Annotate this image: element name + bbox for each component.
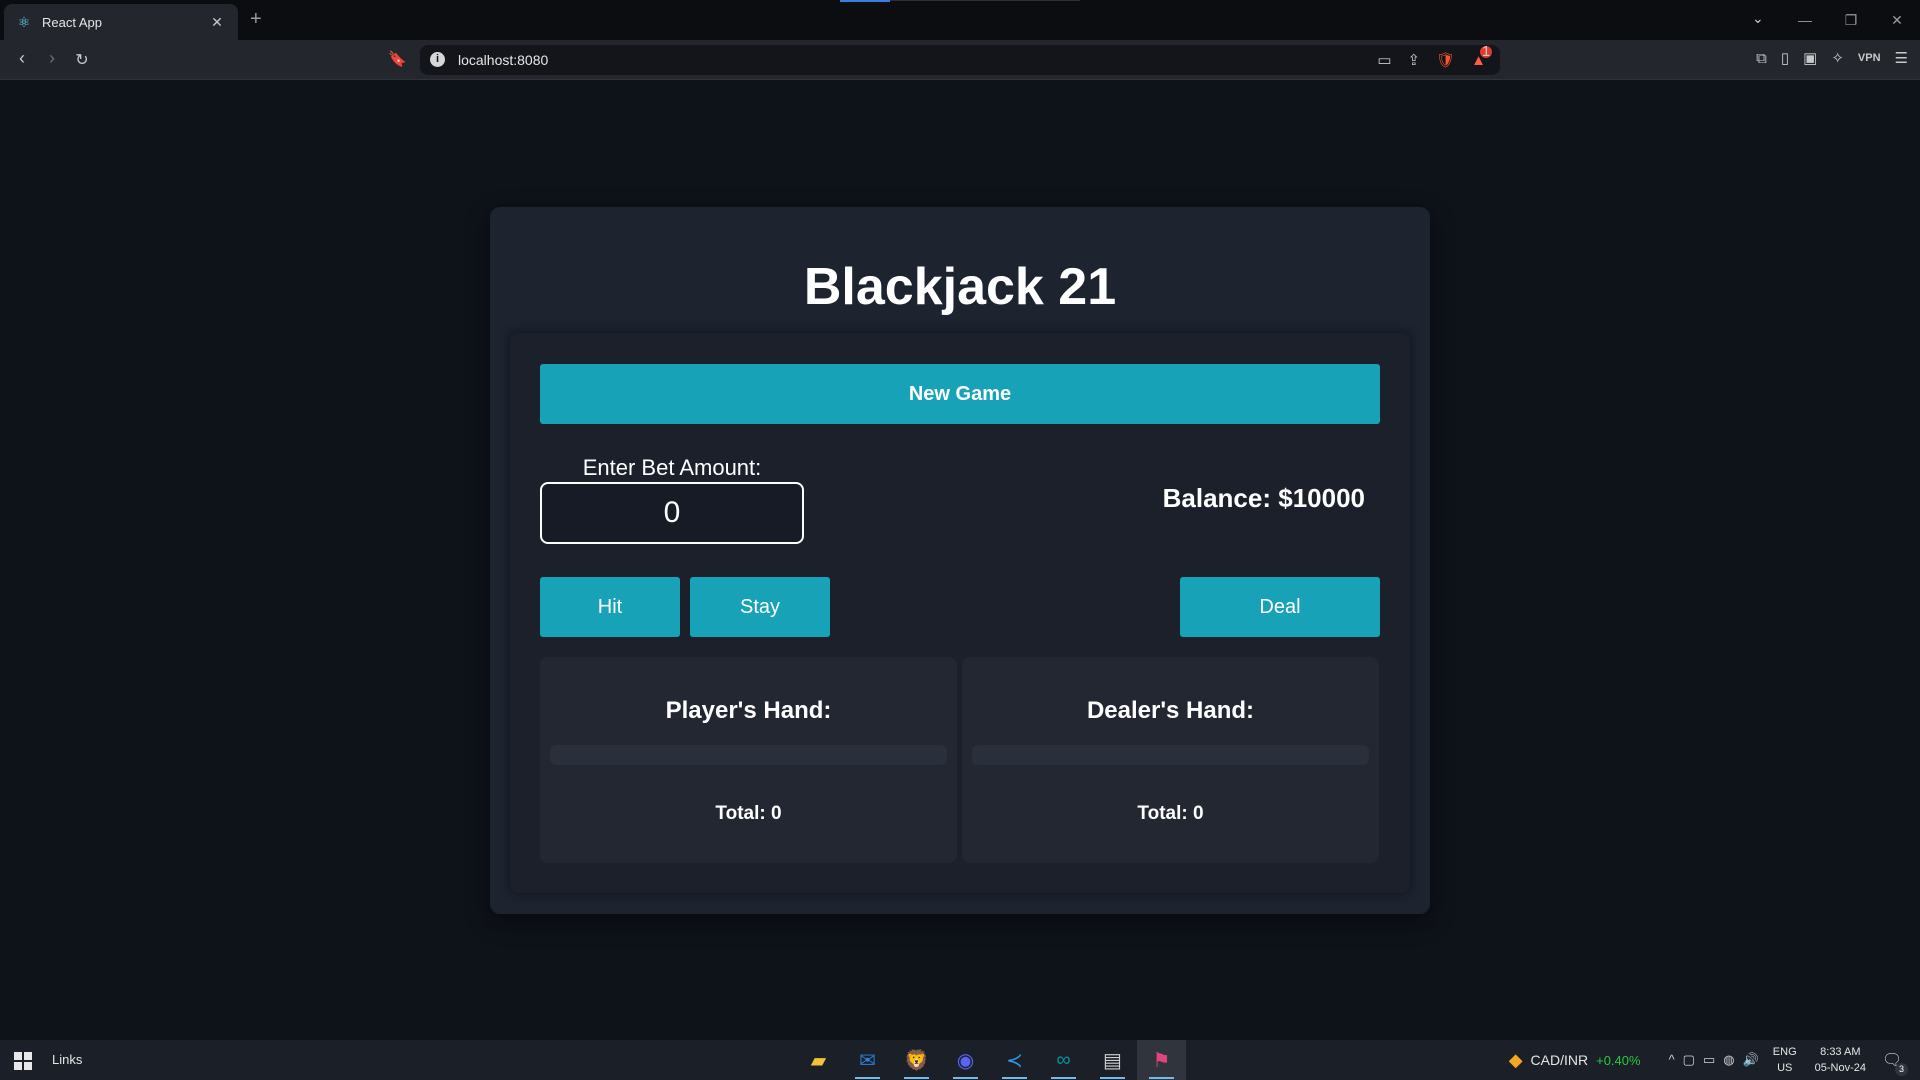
close-tab-icon[interactable]: ✕: [208, 14, 226, 31]
tray-icons: ^ ▢ ▭ ◍ 🔊: [1669, 1052, 1759, 1068]
meet-now-icon[interactable]: ▢: [1683, 1052, 1695, 1068]
browser-tab[interactable]: ⚛ React App ✕: [4, 4, 238, 40]
stay-button[interactable]: Stay: [690, 577, 830, 637]
file-explorer-icon[interactable]: ▰: [794, 1040, 843, 1080]
brave-rewards-icon[interactable]: ▲ 1: [1471, 44, 1492, 69]
site-info-icon[interactable]: i: [430, 52, 445, 67]
player-hand-title: Player's Hand:: [665, 697, 832, 724]
tab-title: React App: [42, 14, 102, 30]
player-cards-area: [550, 745, 947, 765]
blackjack-game-panel: Blackjack 21 New Game Enter Bet Amount: …: [490, 207, 1430, 914]
windows-start-icon[interactable]: [14, 1052, 32, 1070]
clock-time: 8:33 AM: [1820, 1046, 1861, 1058]
system-tray: ◆ CAD/INR +0.40% ^ ▢ ▭ ◍ 🔊 ENG US 8:33 A…: [1509, 1040, 1920, 1080]
brave-shields-icon[interactable]: 🛡: [1436, 51, 1455, 69]
new-tab-button[interactable]: +: [250, 8, 262, 31]
tab-strip-divider: [890, 0, 1080, 1]
share-icon[interactable]: ⇪: [1408, 51, 1421, 69]
language-indicator[interactable]: ENG US: [1773, 1044, 1797, 1076]
cast-icon[interactable]: ▭: [1377, 51, 1391, 69]
minimize-icon[interactable]: —: [1782, 12, 1828, 28]
sidebar-icon[interactable]: ▯: [1781, 49, 1789, 67]
rewards-badge: 1: [1480, 42, 1492, 60]
ticker-name[interactable]: CAD/INR: [1531, 1052, 1589, 1068]
react-favicon-icon: ⚛: [17, 14, 31, 30]
brave-icon[interactable]: 🦁: [892, 1040, 941, 1080]
stock-ticker-icon[interactable]: ◆: [1509, 1050, 1523, 1071]
browser-extension-icons: ⧉ ▯ ▣ ✧ VPN ☰: [1756, 49, 1908, 68]
dealer-hand-panel: Dealer's Hand: Total: 0: [962, 657, 1379, 863]
taskbar-apps: ▰ ✉ 🦁 ◉ ≺ ∞ ▤ ⚑: [794, 1040, 1186, 1080]
volume-icon[interactable]: 🔊: [1743, 1052, 1759, 1068]
extensions-icon[interactable]: ⧉: [1756, 50, 1767, 67]
deal-button[interactable]: Deal: [1180, 577, 1380, 637]
forward-icon[interactable]: ›: [40, 48, 64, 69]
windows-taskbar: Links ▰ ✉ 🦁 ◉ ≺ ∞ ▤ ⚑ ◆ CAD/INR +0.40% ^…: [0, 1040, 1920, 1080]
taskbar-clock[interactable]: 8:33 AM 05-Nov-24: [1815, 1044, 1866, 1076]
tab-search-chevron-icon[interactable]: ⌄: [1752, 10, 1764, 27]
notifications-icon[interactable]: 🗨 3: [1882, 1050, 1912, 1076]
player-total: Total: 0: [715, 803, 782, 824]
language-code: ENG: [1772, 1046, 1797, 1058]
wallet-icon[interactable]: ▣: [1803, 49, 1817, 67]
tab-loading-indicator: [840, 0, 890, 2]
dealer-hand-title: Dealer's Hand:: [1086, 697, 1255, 724]
close-window-icon[interactable]: ✕: [1874, 12, 1920, 29]
url-text[interactable]: localhost:8080: [458, 52, 548, 68]
leo-ai-icon[interactable]: ✧: [1831, 49, 1844, 67]
discord-icon[interactable]: ◉: [941, 1040, 990, 1080]
address-bar[interactable]: i localhost:8080 ▭ ⇪ 🛡 ▲ 1: [420, 44, 1500, 75]
browser-tab-bar: ⚛ React App ✕ + ⌄ — ❐ ✕: [0, 0, 1920, 40]
bet-amount-label: Enter Bet Amount:: [582, 455, 762, 480]
menu-icon[interactable]: ☰: [1895, 49, 1908, 67]
dealer-total: Total: 0: [1137, 803, 1204, 824]
address-bar-actions: ▭ ⇪ 🛡 ▲ 1: [1377, 44, 1492, 69]
reload-icon[interactable]: ↻: [70, 50, 94, 70]
restore-icon[interactable]: ❐: [1828, 12, 1874, 29]
new-game-button[interactable]: New Game: [540, 364, 1380, 424]
vpn-button[interactable]: VPN: [1858, 52, 1881, 64]
back-icon[interactable]: ‹: [10, 48, 34, 69]
arduino-icon[interactable]: ∞: [1039, 1040, 1088, 1080]
pinned-app-icon[interactable]: ⚑: [1137, 1040, 1186, 1080]
balance-display: Balance: $10000: [1162, 483, 1365, 513]
game-controls-panel: New Game Enter Bet Amount: Balance: $100…: [510, 333, 1410, 893]
clock-date: 05-Nov-24: [1814, 1062, 1866, 1074]
links-toolbar-label[interactable]: Links: [52, 1052, 82, 1067]
browser-toolbar: ‹ › ↻ 🔖 i localhost:8080 ▭ ⇪ 🛡 ▲ 1 ⧉ ▯ ▣ …: [0, 40, 1920, 80]
player-hand-panel: Player's Hand: Total: 0: [540, 657, 957, 863]
battery-icon[interactable]: ▭: [1703, 1052, 1715, 1068]
bookmark-icon[interactable]: 🔖: [388, 50, 407, 68]
bet-amount-input[interactable]: [540, 482, 804, 544]
hit-button[interactable]: Hit: [540, 577, 680, 637]
terminal-icon[interactable]: ▤: [1088, 1040, 1137, 1080]
show-hidden-icons-chevron-icon[interactable]: ^: [1669, 1052, 1675, 1068]
game-title: Blackjack 21: [803, 258, 1117, 316]
network-icon[interactable]: ◍: [1723, 1052, 1734, 1068]
dealer-cards-area: [972, 745, 1369, 765]
ticker-change[interactable]: +0.40%: [1596, 1053, 1640, 1068]
window-controls: — ❐ ✕: [1782, 0, 1920, 40]
region-code: US: [1777, 1062, 1793, 1074]
outlook-icon[interactable]: ✉: [843, 1040, 892, 1080]
vscode-icon[interactable]: ≺: [990, 1040, 1039, 1080]
notification-count: 3: [1895, 1063, 1908, 1076]
